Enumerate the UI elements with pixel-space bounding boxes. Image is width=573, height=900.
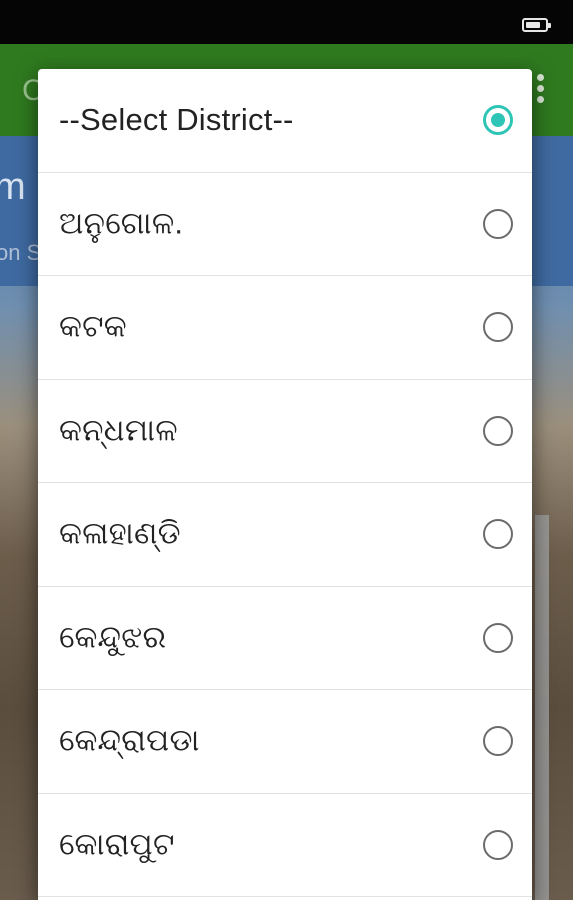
option-label: କଳାହାଣ୍ଡି [59,515,181,551]
district-option[interactable]: କଟକ [38,276,532,380]
option-label: କନ୍ଧମାଳ [59,412,178,448]
option-label: --Select District-- [59,102,294,138]
info-panel-heading: m [0,166,26,208]
option-label: କୋରାପୁଟ [59,826,175,862]
radio-unchecked-icon[interactable] [483,415,513,446]
overflow-menu-icon[interactable] [537,74,545,106]
option-label: କେନ୍ଦୁଝର [59,619,167,655]
radio-unchecked-icon[interactable] [483,829,513,860]
radio-unchecked-icon[interactable] [483,312,513,343]
radio-unchecked-icon[interactable] [483,726,513,757]
option-label: କେନ୍ଦ୍ରାପଡା [59,722,200,758]
scrollbar[interactable] [535,515,549,900]
district-option[interactable]: କନ୍ଧମାଳ [38,380,532,483]
district-option[interactable]: ଅନୁଗୋଳ. [38,173,532,276]
status-bar [0,0,573,44]
district-option[interactable]: କେନ୍ଦ୍ରାପଡା [38,690,532,794]
option-label: କଟକ [59,308,127,344]
district-option-select[interactable]: --Select District-- [38,69,532,173]
district-option[interactable]: କେନ୍ଦୁଝର [38,587,532,690]
radio-unchecked-icon[interactable] [483,208,513,239]
radio-checked-icon[interactable] [483,105,513,136]
district-option[interactable]: କଳାହାଣ୍ଡି [38,483,532,587]
district-option[interactable]: କୋରାପୁଟ [38,794,532,897]
battery-icon [522,18,551,32]
district-select-dialog: --Select District-- ଅନୁଗୋଳ. କଟକ କନ୍ଧମାଳ … [38,69,532,900]
option-label: ଅନୁଗୋଳ. [59,205,184,241]
radio-unchecked-icon[interactable] [483,519,513,550]
radio-unchecked-icon[interactable] [483,622,513,653]
info-panel-subtext: on S [0,240,42,265]
